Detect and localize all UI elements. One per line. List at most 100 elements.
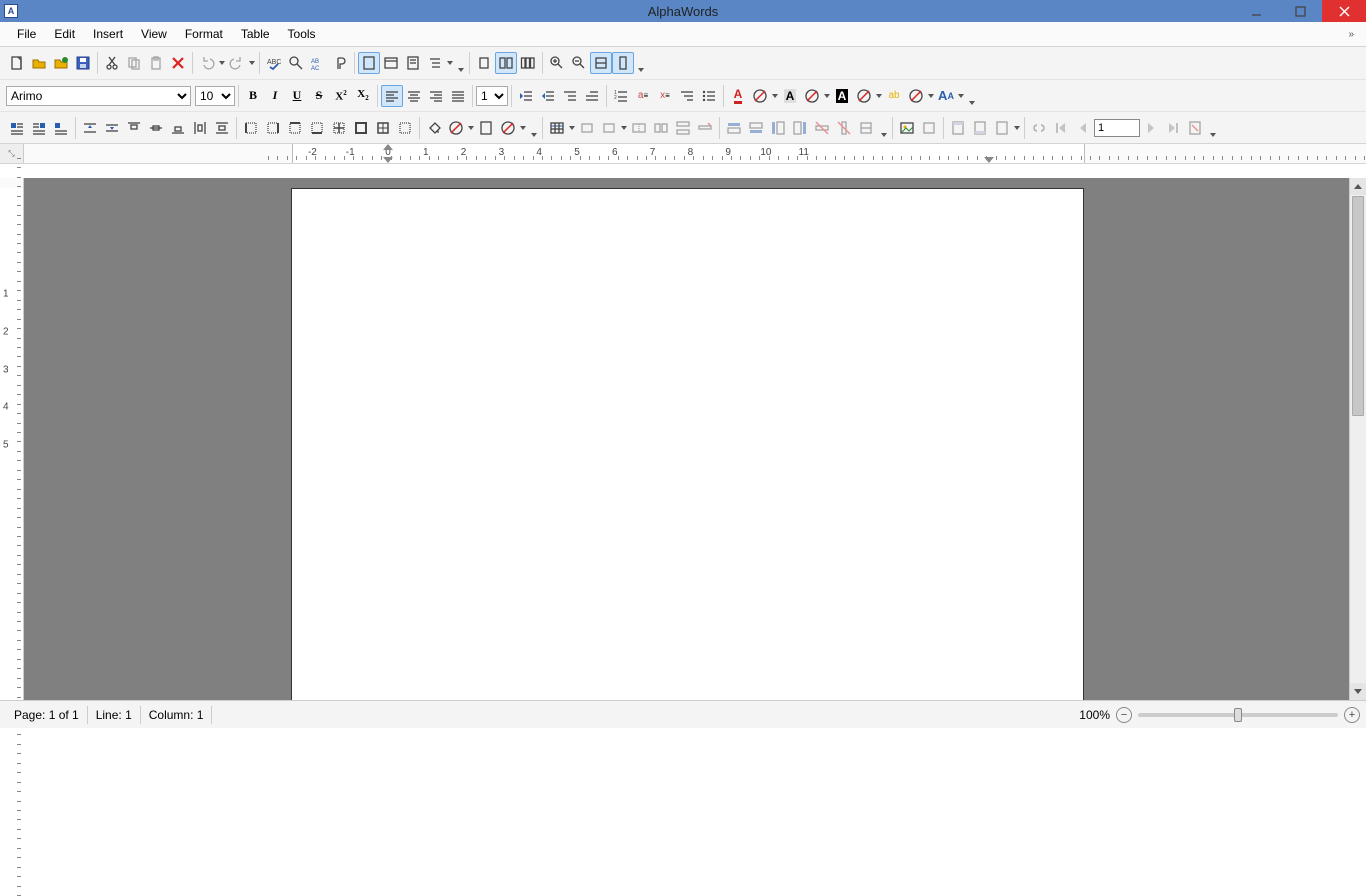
redo-button[interactable]	[226, 52, 248, 74]
nav-next-page-button[interactable]	[1140, 117, 1162, 139]
underline-button[interactable]: U	[286, 85, 308, 107]
page-color-button[interactable]	[475, 117, 497, 139]
insert-row-above-button[interactable]	[723, 117, 745, 139]
delete-button[interactable]	[167, 52, 189, 74]
page-number-input[interactable]	[1094, 119, 1140, 137]
first-line-indent-button[interactable]	[581, 85, 603, 107]
highlight-dropdown[interactable]	[875, 85, 883, 107]
highlight-button[interactable]: A	[831, 85, 853, 107]
hanging-indent-button[interactable]	[559, 85, 581, 107]
close-button[interactable]	[1322, 0, 1366, 22]
edit-footer-button[interactable]	[969, 117, 991, 139]
view-print-button[interactable]	[402, 52, 424, 74]
cut-button[interactable]	[101, 52, 123, 74]
fill-none-button[interactable]	[445, 117, 467, 139]
toolbar-nav-overflow[interactable]	[1208, 117, 1218, 139]
align-justify-button[interactable]	[447, 85, 469, 107]
insert-col-right-button[interactable]	[789, 117, 811, 139]
wrap-right-button[interactable]	[28, 117, 50, 139]
toolbar-formatting-overflow[interactable]	[967, 85, 977, 107]
border-all-button[interactable]	[372, 117, 394, 139]
scroll-thumb[interactable]	[1352, 196, 1364, 416]
decrease-indent-button[interactable]	[537, 85, 559, 107]
char-shading-button[interactable]: A	[779, 85, 801, 107]
page-dd[interactable]	[1013, 117, 1021, 139]
nav-prev-page-button[interactable]	[1072, 117, 1094, 139]
zoom-in-button-status[interactable]: +	[1344, 707, 1360, 723]
char-shading-dropdown[interactable]	[823, 85, 831, 107]
columns-1-button[interactable]	[473, 52, 495, 74]
page-color-none-button[interactable]	[497, 117, 519, 139]
superscript-button[interactable]: X2	[330, 85, 352, 107]
find-replace-button[interactable]	[285, 52, 307, 74]
wrap-left-button[interactable]	[6, 117, 28, 139]
delete-row-button[interactable]	[694, 117, 716, 139]
increase-indent-button[interactable]	[515, 85, 537, 107]
insert-frame-button[interactable]	[918, 117, 940, 139]
new-doc-button[interactable]	[6, 52, 28, 74]
wrap-none-button[interactable]	[50, 117, 72, 139]
page-color-dropdown[interactable]	[519, 117, 527, 139]
delete-rows-button[interactable]	[811, 117, 833, 139]
font-color-none-button[interactable]	[749, 85, 771, 107]
undo-button[interactable]	[196, 52, 218, 74]
text-effects-dropdown[interactable]	[927, 85, 935, 107]
border-left-button[interactable]	[240, 117, 262, 139]
text-effects-button[interactable]: ab	[883, 85, 905, 107]
spellcheck-button[interactable]: ABC	[263, 52, 285, 74]
change-case-button[interactable]: AA	[935, 85, 957, 107]
show-formatting-button[interactable]	[329, 52, 351, 74]
view-dropdown[interactable]	[446, 52, 454, 74]
ruler-horizontal[interactable]: -2-101234567891011	[24, 144, 1366, 163]
insert-image-button[interactable]	[896, 117, 918, 139]
split-cells-button[interactable]	[650, 117, 672, 139]
para-space-inc-button[interactable]	[79, 117, 101, 139]
maximize-button[interactable]	[1278, 0, 1322, 22]
insert-table-dropdown[interactable]	[568, 117, 576, 139]
sort-asc-button[interactable]: a≡	[632, 85, 654, 107]
open-recent-button[interactable]	[50, 52, 72, 74]
nav-last-page-button[interactable]	[1162, 117, 1184, 139]
menu-format[interactable]: Format	[176, 23, 232, 45]
zoom-pagewidth-button[interactable]	[590, 52, 612, 74]
subscript-button[interactable]: X2	[352, 85, 374, 107]
scrollbar-vertical[interactable]	[1349, 178, 1366, 700]
text-effects-none-button[interactable]	[905, 85, 927, 107]
valign-bot-button[interactable]	[167, 117, 189, 139]
border-right-button[interactable]	[262, 117, 284, 139]
para-space-dec-button[interactable]	[101, 117, 123, 139]
border-inside-button[interactable]	[328, 117, 350, 139]
zoom-out-button[interactable]	[568, 52, 590, 74]
menu-file[interactable]: File	[8, 23, 45, 45]
menu-view[interactable]: View	[132, 23, 176, 45]
menu-table[interactable]: Table	[232, 23, 279, 45]
menubar-overflow[interactable]: »	[1344, 27, 1358, 42]
font-color-button[interactable]: A	[727, 85, 749, 107]
font-size-select[interactable]: 10	[195, 86, 235, 106]
line-spacing-select[interactable]: 1	[476, 86, 508, 106]
toolbar-para-overflow[interactable]	[529, 117, 539, 139]
fill-color-button[interactable]	[423, 117, 445, 139]
zoom-slider[interactable]	[1138, 713, 1338, 717]
insert-table-button[interactable]	[546, 117, 568, 139]
bullet-list-button[interactable]	[698, 85, 720, 107]
link-prev-button[interactable]	[1028, 117, 1050, 139]
distribute-h-button[interactable]	[189, 117, 211, 139]
insert-col-left-button[interactable]	[767, 117, 789, 139]
undo-dropdown[interactable]	[218, 52, 226, 74]
border-top-button[interactable]	[284, 117, 306, 139]
sort-desc-button[interactable]: x≡	[654, 85, 676, 107]
edit-header-button[interactable]	[947, 117, 969, 139]
italic-button[interactable]: I	[264, 85, 286, 107]
fill-dropdown[interactable]	[467, 117, 475, 139]
distribute-v-button[interactable]	[211, 117, 233, 139]
change-case-dropdown[interactable]	[957, 85, 965, 107]
highlight-none-button[interactable]	[853, 85, 875, 107]
columns-2-button[interactable]	[495, 52, 517, 74]
tab-button-2[interactable]	[598, 117, 620, 139]
minimize-button[interactable]	[1234, 0, 1278, 22]
paste-button[interactable]	[145, 52, 167, 74]
view-web-button[interactable]	[380, 52, 402, 74]
zoom-out-button-status[interactable]: −	[1116, 707, 1132, 723]
autofit-button[interactable]	[855, 117, 877, 139]
